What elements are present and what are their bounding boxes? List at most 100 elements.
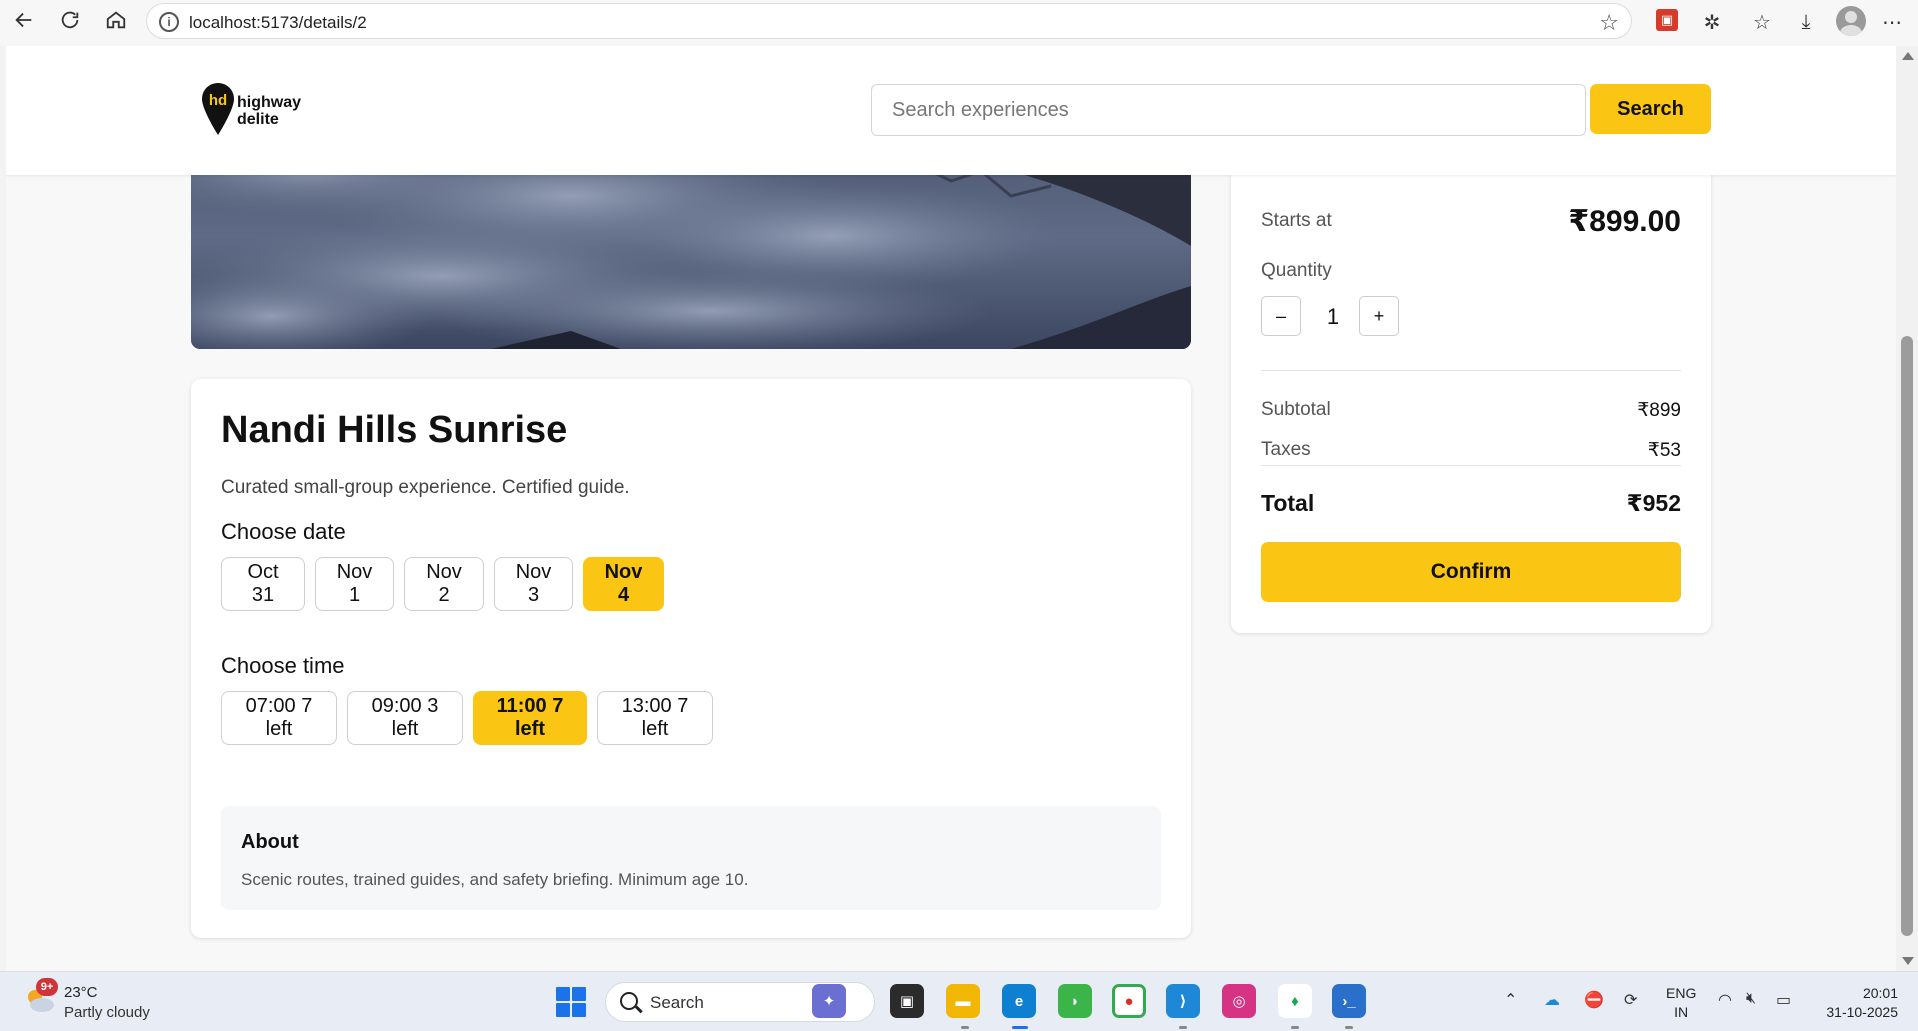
security-alert-icon[interactable]: ⛔ xyxy=(1584,990,1604,1010)
date-option-nov-4[interactable]: Nov 4 xyxy=(583,557,664,611)
clock-date: 31-10-2025 xyxy=(1826,1004,1898,1020)
search-input[interactable] xyxy=(871,84,1586,136)
booking-summary-card: Starts at ₹899.00 Quantity – 1 + Subtota… xyxy=(1231,126,1711,633)
running-indicator xyxy=(1291,1026,1299,1029)
more-menu-icon[interactable]: ⋯ xyxy=(1876,6,1908,38)
site-header: hd highway delite Search xyxy=(6,46,1896,175)
reload-icon xyxy=(61,11,79,29)
favorite-star-icon[interactable]: ☆ xyxy=(1599,10,1619,36)
quantity-increase-button[interactable]: + xyxy=(1359,296,1399,336)
time-option-0900[interactable]: 09:00 3 left xyxy=(347,691,463,745)
time-options: 07:00 7 left 09:00 3 left 11:00 7 left 1… xyxy=(221,691,713,745)
starts-at-price: ₹899.00 xyxy=(1568,205,1681,238)
about-section: About Scenic routes, trained guides, and… xyxy=(221,806,1161,910)
weather-temperature[interactable]: 23°C xyxy=(64,984,98,1001)
quantity-value: 1 xyxy=(1326,304,1340,329)
file-explorer-icon[interactable]: ▬ xyxy=(946,984,980,1018)
extension-icon[interactable]: ▣ xyxy=(1656,9,1678,31)
extensions-puzzle-icon[interactable]: ✲ xyxy=(1696,6,1728,38)
starts-at-label: Starts at xyxy=(1261,210,1332,231)
weather-description[interactable]: Partly cloudy xyxy=(64,1004,150,1021)
favorites-icon[interactable]: ☆ xyxy=(1746,6,1778,38)
active-indicator xyxy=(1012,1026,1028,1029)
wifi-icon[interactable]: ◠ xyxy=(1718,990,1732,1010)
total-label: Total xyxy=(1261,490,1315,516)
search-icon xyxy=(620,992,638,1010)
search-button[interactable]: Search xyxy=(1590,84,1711,134)
browser-toolbar: i localhost:5173/details/2 ☆ ▣ ✲ ☆ ⤓ ⋯ xyxy=(0,0,1918,46)
date-option-oct-31[interactable]: Oct 31 xyxy=(221,557,305,611)
experience-subtitle: Curated small-group experience. Certifie… xyxy=(221,477,630,498)
scroll-up-icon[interactable] xyxy=(1902,52,1914,60)
subtotal-value: ₹899 xyxy=(1637,400,1681,421)
quantity-decrease-button[interactable]: – xyxy=(1261,296,1301,336)
system-clock[interactable]: 20:01 31-10-2025 xyxy=(1818,984,1898,1022)
notification-badge: 9+ xyxy=(36,978,58,996)
about-text: Scenic routes, trained guides, and safet… xyxy=(241,870,749,889)
home-button[interactable] xyxy=(98,2,134,38)
arrow-left-icon xyxy=(15,12,32,28)
brand-line-2: delite xyxy=(237,111,279,128)
date-option-nov-3[interactable]: Nov 3 xyxy=(494,557,573,611)
time-option-1300[interactable]: 13:00 7 left xyxy=(597,691,713,745)
back-button[interactable] xyxy=(6,2,42,38)
start-button[interactable] xyxy=(556,987,586,1017)
url-text[interactable]: localhost:5173/details/2 xyxy=(189,13,367,33)
running-indicator xyxy=(961,1026,969,1029)
profile-avatar[interactable] xyxy=(1836,6,1866,36)
date-option-nov-1[interactable]: Nov 1 xyxy=(315,557,394,611)
divider xyxy=(1261,465,1681,466)
divider xyxy=(1261,370,1681,371)
experience-title: Nandi Hills Sunrise xyxy=(221,409,568,451)
lang-line-1: ENG xyxy=(1666,985,1697,1001)
brand-name: highway delite xyxy=(237,94,301,128)
taskbar-search-label: Search xyxy=(650,993,704,1012)
edge-browser-icon[interactable]: e xyxy=(1002,984,1036,1018)
task-view-icon[interactable]: ▣ xyxy=(890,984,924,1018)
site-info-icon[interactable]: i xyxy=(159,12,179,32)
confirm-button[interactable]: Confirm xyxy=(1261,542,1681,602)
brand-line-1: highway xyxy=(237,94,302,111)
input-language[interactable]: ENG IN xyxy=(1666,984,1696,1022)
date-option-nov-2[interactable]: Nov 2 xyxy=(404,557,484,611)
scroll-down-icon[interactable] xyxy=(1902,957,1914,965)
mongodb-icon[interactable]: ♦ xyxy=(1278,984,1312,1018)
downloads-icon[interactable]: ⤓ xyxy=(1790,6,1822,38)
page-viewport: hd highway delite Search experiences Sea… xyxy=(6,46,1896,971)
powershell-icon[interactable]: ›_ xyxy=(1332,984,1366,1018)
show-hidden-icons-icon[interactable]: ⌃ xyxy=(1504,990,1517,1010)
date-options: Oct 31 Nov 1 Nov 2 Nov 3 Nov 4 xyxy=(221,557,664,611)
game-app-icon[interactable]: ◗ xyxy=(1058,984,1092,1018)
quantity-label: Quantity xyxy=(1261,260,1332,281)
brand-logo[interactable]: hd highway delite xyxy=(201,82,311,140)
vertical-scrollbar[interactable] xyxy=(1896,46,1918,971)
time-option-1100[interactable]: 11:00 7 left xyxy=(473,691,587,745)
vscode-icon[interactable]: ⟩ xyxy=(1166,984,1200,1018)
choose-time-label: Choose time xyxy=(221,653,345,678)
choose-date-label: Choose date xyxy=(221,519,346,544)
running-indicator xyxy=(1179,1026,1187,1029)
sync-icon[interactable]: ⟳ xyxy=(1624,990,1637,1010)
chrome-browser-icon[interactable]: ● xyxy=(1112,984,1146,1018)
lang-line-2: IN xyxy=(1674,1004,1689,1020)
time-option-0700[interactable]: 07:00 7 left xyxy=(221,691,337,745)
total-value: ₹952 xyxy=(1626,490,1681,516)
battery-icon[interactable]: ▭ xyxy=(1776,990,1791,1010)
windows-taskbar: 9+ 23°C Partly cloudy Search ✦ ▣ ▬ e ◗ ●… xyxy=(0,971,1918,1031)
experience-details-card: Nandi Hills Sunrise Curated small-group … xyxy=(191,379,1191,938)
map-pin-logo-icon: hd xyxy=(202,83,234,135)
taxes-label: Taxes xyxy=(1261,439,1311,460)
svg-text:hd: hd xyxy=(209,92,227,109)
home-icon xyxy=(106,11,126,29)
scrollbar-thumb[interactable] xyxy=(1901,336,1913,936)
taxes-value: ₹53 xyxy=(1647,440,1681,461)
volume-muted-icon[interactable]: 🔇︎ xyxy=(1746,990,1756,1008)
subtotal-label: Subtotal xyxy=(1261,399,1331,420)
onedrive-icon[interactable]: ☁ xyxy=(1544,990,1560,1010)
about-title: About xyxy=(241,831,299,853)
reload-button[interactable] xyxy=(52,2,88,38)
creative-app-icon[interactable]: ◎ xyxy=(1222,984,1256,1018)
copilot-app-icon[interactable]: ✦ xyxy=(812,984,846,1018)
address-bar[interactable]: i localhost:5173/details/2 ☆ xyxy=(146,3,1632,39)
clock-time: 20:01 xyxy=(1862,985,1898,1001)
